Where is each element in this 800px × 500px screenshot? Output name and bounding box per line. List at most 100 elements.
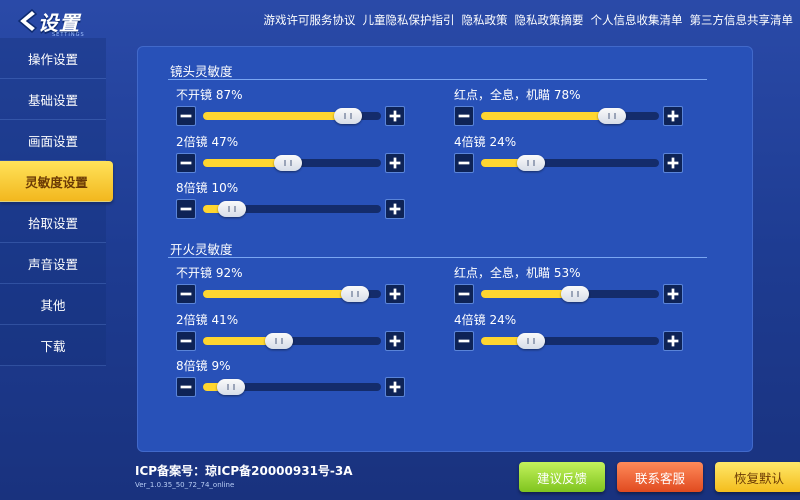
feedback-button[interactable]: 建议反馈 [519, 462, 605, 492]
increase-button[interactable] [385, 284, 405, 304]
decrease-button[interactable] [454, 106, 474, 126]
decrease-button[interactable] [454, 331, 474, 351]
section-title-fire: 开火灵敏度 [170, 242, 233, 257]
slider-thumb[interactable] [273, 155, 302, 171]
plus-icon [389, 203, 401, 215]
sidebar: 操作设置 基础设置 画面设置 灵敏度设置 拾取设置 声音设置 其他 下载 [0, 38, 113, 366]
slider-thumb[interactable] [517, 333, 545, 349]
reset-default-button[interactable]: 恢复默认 [715, 462, 800, 492]
contact-support-button[interactable]: 联系客服 [617, 462, 703, 492]
grip-line [226, 384, 229, 390]
minus-icon [458, 339, 470, 343]
decrease-button[interactable] [176, 331, 196, 351]
slider-thumb[interactable] [218, 201, 246, 217]
sidebar-item-controls[interactable]: 操作设置 [0, 38, 106, 79]
grip-line [349, 113, 352, 119]
slider-thumb[interactable] [264, 333, 293, 349]
link-license-agreement[interactable]: 游戏许可服务协议 [264, 12, 356, 28]
slider-track[interactable] [203, 286, 381, 302]
back-button[interactable]: 设置 SETTINGS [14, 6, 94, 38]
slider-thumb[interactable] [333, 108, 362, 124]
increase-button[interactable] [663, 284, 683, 304]
sidebar-item-download[interactable]: 下载 [0, 325, 106, 366]
grip-line [274, 338, 277, 344]
sensitivity-control: 4倍镜 24% [454, 133, 686, 177]
slider-thumb[interactable] [216, 379, 245, 395]
decrease-button[interactable] [176, 284, 196, 304]
link-child-privacy[interactable]: 儿童隐私保护指引 [363, 12, 455, 28]
sidebar-item-other[interactable]: 其他 [0, 284, 106, 325]
slider-thumb[interactable] [598, 108, 626, 124]
sensitivity-control: 红点，全息，机瞄 78% [454, 86, 686, 130]
slider-track[interactable] [203, 155, 381, 171]
slider-thumb[interactable] [341, 286, 369, 302]
sidebar-item-sensitivity[interactable]: 灵敏度设置 [0, 161, 113, 202]
slider-track[interactable] [203, 108, 381, 124]
slider-thumb[interactable] [517, 155, 545, 171]
slider-track[interactable] [203, 379, 381, 395]
link-third-party-list[interactable]: 第三方信息共享清单 [690, 12, 794, 28]
decrease-button[interactable] [176, 153, 196, 173]
link-privacy-policy[interactable]: 隐私政策 [462, 12, 508, 28]
sidebar-item-basic[interactable]: 基础设置 [0, 79, 106, 120]
minus-icon [458, 114, 470, 118]
slider-track[interactable] [481, 333, 659, 349]
minus-icon [458, 292, 470, 296]
sidebar-item-sound[interactable]: 声音设置 [0, 243, 106, 284]
slider-track[interactable] [203, 201, 381, 217]
back-chevron-icon [17, 8, 38, 34]
grip-line [533, 160, 535, 166]
sensitivity-label: 红点，全息，机瞄 53% [454, 266, 581, 280]
slider-track[interactable] [203, 333, 381, 349]
decrease-button[interactable] [176, 377, 196, 397]
grip-line [343, 113, 346, 119]
sensitivity-control: 4倍镜 24% [454, 311, 686, 355]
decrease-button[interactable] [454, 153, 474, 173]
section-divider [168, 79, 707, 80]
plus-icon [389, 157, 401, 169]
decrease-button[interactable] [454, 284, 474, 304]
grip-line [232, 384, 235, 390]
sensitivity-label: 不开镜 87% [176, 88, 243, 102]
sensitivity-control: 8倍镜 10% [176, 179, 408, 223]
icp-record: ICP备案号：琼ICP备20000931号-3A [135, 464, 353, 478]
grip-line [527, 160, 529, 166]
increase-button[interactable] [385, 199, 405, 219]
grip-line [280, 338, 283, 344]
sidebar-item-graphics[interactable]: 画面设置 [0, 120, 106, 161]
sidebar-item-pickup[interactable]: 拾取设置 [0, 202, 106, 243]
sensitivity-label: 4倍镜 24% [454, 313, 517, 327]
sensitivity-control: 2倍镜 41% [176, 311, 408, 355]
sensitivity-label: 2倍镜 41% [176, 313, 239, 327]
increase-button[interactable] [385, 377, 405, 397]
version-text: Ver_1.0.35_50_72_74_online [135, 481, 235, 489]
increase-button[interactable] [385, 331, 405, 351]
minus-icon [180, 339, 192, 343]
plus-icon [389, 288, 401, 300]
decrease-button[interactable] [176, 106, 196, 126]
grip-line [614, 113, 616, 119]
increase-button[interactable] [385, 153, 405, 173]
increase-button[interactable] [663, 331, 683, 351]
decrease-button[interactable] [176, 199, 196, 219]
grip-line [533, 338, 535, 344]
grip-line [608, 113, 610, 119]
slider-thumb[interactable] [560, 286, 589, 302]
sensitivity-control: 不开镜 87% [176, 86, 408, 130]
section-divider [168, 257, 707, 258]
plus-icon [667, 288, 679, 300]
slider-track[interactable] [481, 155, 659, 171]
slider-track[interactable] [481, 286, 659, 302]
sensitivity-control: 2倍镜 47% [176, 133, 408, 177]
link-personal-info-list[interactable]: 个人信息收集清单 [591, 12, 683, 28]
link-privacy-summary[interactable]: 隐私政策摘要 [515, 12, 584, 28]
increase-button[interactable] [663, 153, 683, 173]
grip-line [570, 291, 573, 297]
increase-button[interactable] [385, 106, 405, 126]
policy-links: 游戏许可服务协议 儿童隐私保护指引 隐私政策 隐私政策摘要 个人信息收集清单 第… [264, 12, 800, 28]
plus-icon [667, 335, 679, 347]
slider-track[interactable] [481, 108, 659, 124]
sensitivity-label: 红点，全息，机瞄 78% [454, 88, 581, 102]
plus-icon [389, 335, 401, 347]
increase-button[interactable] [663, 106, 683, 126]
